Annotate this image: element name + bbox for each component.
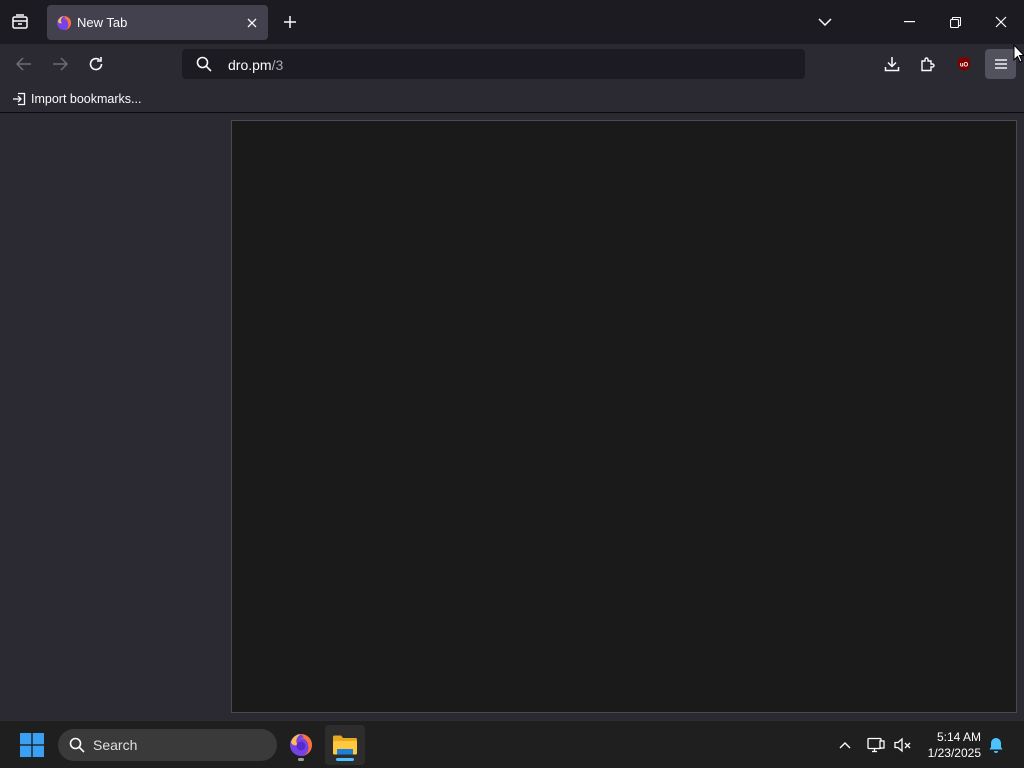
firefox-view-button[interactable] xyxy=(8,10,32,34)
taskbar-search-box[interactable]: Search xyxy=(58,729,277,761)
chevron-down-icon xyxy=(818,18,832,26)
taskbar-firefox-button[interactable] xyxy=(282,725,320,765)
close-window-button[interactable] xyxy=(982,6,1020,38)
system-clock[interactable]: 5:14 AM 1/23/2025 xyxy=(928,729,981,761)
back-button[interactable] xyxy=(12,52,36,76)
hamburger-menu-icon xyxy=(994,59,1007,69)
forward-button[interactable] xyxy=(48,52,72,76)
download-icon xyxy=(884,57,900,72)
ublock-badge-text: uO xyxy=(960,63,969,69)
mouse-cursor-icon xyxy=(1013,44,1024,63)
page-content-area xyxy=(0,113,1024,720)
extensions-button[interactable] xyxy=(916,52,940,76)
import-bookmarks-label: Import bookmarks... xyxy=(31,92,142,106)
reload-button[interactable] xyxy=(84,52,108,76)
bookmarks-toolbar: Import bookmarks... xyxy=(0,84,1024,113)
firefox-running-indicator xyxy=(298,758,304,761)
show-hidden-icons-button[interactable] xyxy=(834,733,856,757)
close-tab-button[interactable] xyxy=(243,14,261,32)
volume-button[interactable] xyxy=(891,733,915,757)
windows-logo-icon xyxy=(20,733,44,757)
downloads-button[interactable] xyxy=(880,52,904,76)
arrow-right-icon xyxy=(53,57,68,71)
close-icon xyxy=(995,16,1007,28)
notifications-button[interactable] xyxy=(985,733,1007,757)
restore-icon xyxy=(949,16,961,28)
url-text: dro.pm/3 xyxy=(228,57,283,73)
file-explorer-active-indicator xyxy=(336,758,354,761)
search-icon xyxy=(69,737,85,753)
search-icon xyxy=(196,56,212,72)
clock-time: 5:14 AM xyxy=(936,730,981,744)
bell-icon xyxy=(989,737,1003,753)
url-path: /3 xyxy=(271,57,284,73)
minimize-button[interactable] xyxy=(890,6,928,38)
tab-title: New Tab xyxy=(77,15,128,30)
chevron-up-icon xyxy=(839,741,851,748)
speaker-muted-icon xyxy=(894,737,911,753)
taskbar-file-explorer-button[interactable] xyxy=(325,725,365,765)
plus-icon xyxy=(284,16,296,28)
firefox-tab-icon xyxy=(57,16,71,30)
taskbar-search-label: Search xyxy=(93,737,138,753)
address-bar[interactable]: dro.pm/3 xyxy=(182,49,805,79)
clock-date: 1/23/2025 xyxy=(927,746,981,760)
navigation-toolbar: dro.pm/3 uO xyxy=(0,44,1024,84)
url-host: dro.pm xyxy=(228,57,272,73)
firefox-icon xyxy=(290,734,312,756)
puzzle-icon xyxy=(921,57,935,72)
ublock-shield-icon: uO xyxy=(958,57,970,71)
network-monitor-icon xyxy=(867,737,885,753)
start-button[interactable] xyxy=(14,727,50,763)
minimize-icon xyxy=(903,21,915,23)
windows-taskbar: Search 5:14 AM 1/23/2025 xyxy=(0,720,1024,768)
import-icon xyxy=(13,92,26,106)
new-tab-button[interactable] xyxy=(278,10,302,34)
close-icon xyxy=(247,18,257,28)
import-bookmarks-button[interactable]: Import bookmarks... xyxy=(12,90,141,108)
app-menu-button[interactable] xyxy=(985,49,1016,79)
reload-icon xyxy=(89,57,103,71)
network-status-button[interactable] xyxy=(864,733,888,757)
restore-button[interactable] xyxy=(936,6,974,38)
page-viewport[interactable] xyxy=(231,120,1017,713)
arrow-left-icon xyxy=(16,57,31,71)
ublock-origin-button[interactable]: uO xyxy=(952,52,976,76)
folder-icon xyxy=(333,735,357,755)
list-all-tabs-button[interactable] xyxy=(813,10,837,34)
tab-strip: New Tab xyxy=(0,0,1024,44)
firefox-view-icon xyxy=(12,14,28,29)
tab-new-tab[interactable]: New Tab xyxy=(47,5,268,40)
